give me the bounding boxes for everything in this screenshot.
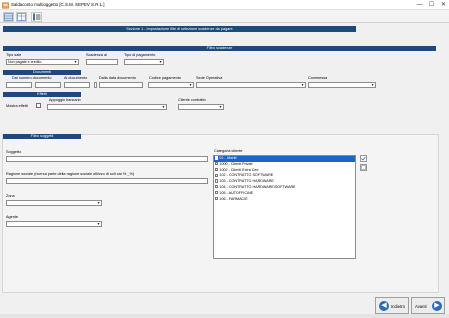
uncheck-all-icon [361, 165, 366, 170]
tipo-select[interactable]: Non pagate e credito ▾ [6, 59, 79, 65]
chevron-down-icon: ▾ [97, 200, 100, 205]
categoria-item-label: 102 - CONTRATTO SOFTWARE [219, 173, 274, 178]
chevron-down-icon: ▾ [74, 59, 77, 64]
cliente-contratto-select[interactable]: ▾ [178, 104, 224, 110]
section-effetti: Effetti [3, 92, 81, 97]
categoria-item-label: 1002 - Clienti Extra Cee [219, 167, 259, 172]
chevron-down-icon: ▾ [97, 221, 100, 226]
table-icon [17, 12, 26, 21]
check-all-icon [361, 156, 366, 161]
section-documenti: Documenti [3, 70, 81, 75]
agente-label: Agente [6, 215, 19, 219]
commessa-label: Commessa [308, 76, 328, 80]
window-title: Saldaconto multioggetto [C.S.M. SEPEV S.… [11, 2, 105, 7]
filter-list-icon [33, 13, 41, 20]
sede-operativa-label: Sede Operativa [196, 76, 223, 80]
dalla-data-field[interactable] [99, 82, 143, 88]
categoria-item-label: 01 - Utenti [219, 156, 237, 160]
categoria-item-label: 1000 - Clienti Privati [219, 161, 253, 166]
deselect-all-button[interactable] [360, 164, 367, 171]
scadenza-date-field[interactable] [86, 59, 118, 65]
commessa-select[interactable]: ▾ [308, 82, 376, 88]
grid-view-button[interactable] [3, 11, 14, 22]
dalla-data-spinner[interactable] [94, 82, 97, 88]
next-button[interactable]: Avanti ▶ [411, 297, 445, 314]
section-filtro-soggetti: Filtro soggetti [3, 134, 81, 139]
toolbar [0, 10, 449, 23]
back-label: Indietro [391, 303, 405, 309]
zona-label: Zona [6, 194, 15, 198]
filter-list-button[interactable] [31, 11, 42, 22]
checkbox-icon [215, 190, 219, 195]
checkbox-icon [215, 185, 219, 189]
categoria-item[interactable]: 106 - FARMACIE [214, 197, 355, 203]
dalla-data-label: Dalla data documento [99, 76, 136, 80]
tipo-value: Non pagate e credito [8, 60, 42, 64]
tipo-pagamento-select[interactable]: ▾ [124, 59, 164, 65]
soggetto-field[interactable] [6, 156, 208, 162]
dal-numero-label: Dal numero documento [12, 76, 52, 80]
chevron-down-icon: ▾ [219, 104, 222, 109]
sede-operativa-select[interactable]: ▾ [196, 82, 306, 88]
checkbox-icon [215, 156, 219, 160]
categoria-item-label: 106 - FARMACIE [219, 196, 248, 201]
checkbox-icon [215, 179, 219, 183]
categoria-item-label: 104 - CONTRATTO HARDWARE/SOFTWARE [219, 184, 296, 189]
title-bar: Saldaconto multioggetto [C.S.M. SEPEV S.… [0, 0, 449, 10]
categoria-cliente-label: Categoria cliente [214, 149, 243, 153]
appoggio-select[interactable]: ▾ [47, 104, 167, 110]
soggetto-label: Soggetto [6, 150, 22, 154]
checkbox-icon [215, 196, 219, 201]
agente-select[interactable]: ▾ [6, 221, 102, 227]
chevron-down-icon: ▾ [159, 59, 162, 64]
app-icon [2, 1, 9, 9]
cliente-contratto-label: Cliente contratto [178, 98, 206, 102]
chevron-down-icon: ▾ [189, 82, 192, 87]
checkbox-icon [215, 173, 219, 177]
chevron-down-icon: ▾ [162, 104, 165, 109]
mostra-effetti-checkbox[interactable] [36, 103, 41, 108]
chevron-down-icon: ▾ [371, 82, 374, 87]
maximize-icon[interactable]: ☐ [427, 1, 436, 9]
step-title-bar: Sezione 1 - Impostazione filtri di selez… [3, 26, 356, 32]
dal-numero-field[interactable] [6, 82, 32, 88]
minimize-icon[interactable]: — [415, 1, 424, 9]
status-bar [0, 314, 449, 318]
tipo-label: Tipo sale [6, 53, 22, 57]
arrow-right-icon: ▶ [432, 301, 442, 311]
tipo-pagamento-label: Tipo di pagamento [124, 53, 156, 57]
select-all-button[interactable] [360, 155, 367, 162]
categoria-item-label: 103 - CONTRATTO HARDWARE [219, 179, 274, 184]
scadenza-label: Scadenza al [86, 53, 107, 57]
codice-pagamento-label: Codice pagamento [149, 76, 181, 80]
next-label: Avanti [415, 303, 427, 309]
ragione-sociale-field[interactable] [6, 178, 208, 184]
mostra-effetti-label: Mostra effetti [6, 104, 28, 108]
chevron-down-icon: ▾ [301, 82, 304, 87]
arrow-left-icon: ◀ [379, 301, 389, 311]
section-filtro-scadenze: Filtro scadenze [3, 46, 436, 51]
categoria-item-label: 105 - AUTOFFICINE [219, 190, 254, 195]
ragione-sociale-label: Ragione sociale (ricerca parte della rag… [6, 172, 135, 176]
back-button[interactable]: ◀ Indietro [375, 297, 409, 314]
dal-numero-field-2[interactable] [35, 82, 61, 88]
checkbox-icon [215, 161, 219, 166]
grid-view-icon [4, 12, 13, 21]
al-documento-label: Al documento [64, 76, 88, 80]
codice-pagamento-select[interactable]: ▾ [148, 82, 194, 88]
zona-select[interactable]: ▾ [6, 200, 102, 206]
categoria-cliente-list[interactable]: 01 - Utenti 1000 - Clienti Privati 1002 … [213, 155, 356, 259]
table-button[interactable] [16, 11, 27, 22]
checkbox-icon [215, 167, 219, 172]
appoggio-label: Appoggio bancario [49, 98, 81, 102]
close-icon[interactable]: ✕ [439, 1, 448, 9]
al-documento-field[interactable] [64, 82, 90, 88]
